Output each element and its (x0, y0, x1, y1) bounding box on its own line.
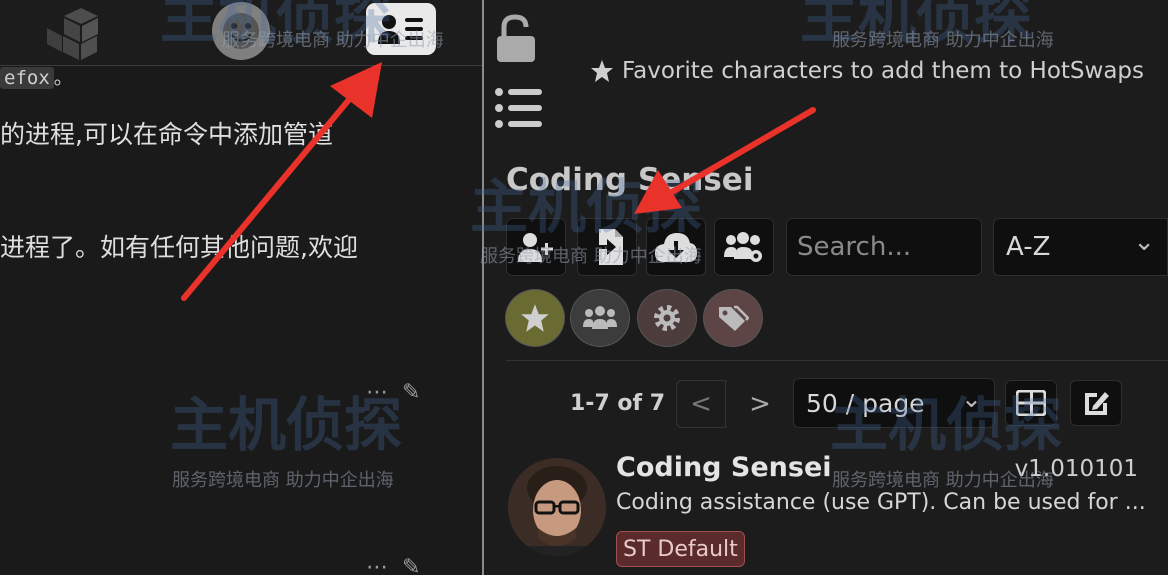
page-size-value: 50 / page (806, 388, 925, 418)
lock-icon (497, 14, 535, 62)
persona-button[interactable] (211, 2, 271, 60)
message-tools: ⋯ ✎ (366, 380, 420, 405)
lock-panel-button[interactable] (494, 14, 538, 64)
create-group-button[interactable] (714, 218, 774, 276)
import-character-button[interactable] (577, 218, 637, 276)
prev-page-button[interactable]: < (676, 380, 726, 428)
character-avatar[interactable] (508, 458, 606, 556)
chevron-down-icon: ⌄ (1133, 227, 1155, 257)
top-bar (0, 0, 482, 66)
chat-pane: efox。 的进程,可以在命令中添加管道 进程了。如有任何其他问题,欢迎 ⋯ ✎… (0, 0, 482, 575)
favorites-filter-icon (521, 304, 549, 332)
chevron-down-icon: ⌄ (961, 383, 982, 413)
sort-select[interactable]: A-Z ⌄ (993, 218, 1168, 276)
tags-filter-icon (719, 305, 749, 331)
extensions-button[interactable] (46, 4, 116, 62)
external-import-icon (655, 233, 697, 262)
list-icon (495, 88, 542, 128)
message-tools-2: ⋯ ✎ (366, 555, 420, 575)
character-search-input[interactable] (786, 218, 982, 276)
code-fragment: efox。 (0, 63, 79, 89)
pagination-count: 1-7 of 7 (570, 391, 666, 416)
persona-icon (212, 2, 270, 60)
create-character-button[interactable] (506, 218, 566, 276)
settings-filter-icon (654, 305, 680, 331)
more-icon[interactable]: ⋯ (366, 380, 388, 405)
separator (506, 360, 1168, 361)
app-stage: efox。 的进程,可以在命令中添加管道 进程了。如有任何其他问题,欢迎 ⋯ ✎… (0, 0, 1168, 575)
code-suffix: 。 (53, 67, 73, 89)
favorites-filter-button[interactable] (505, 289, 565, 347)
character-description: Coding assistance (use GPT). Can be used… (616, 490, 1146, 515)
import-character-icon (589, 229, 623, 265)
character-panel: Favorite characters to add them to HotSw… (484, 0, 1168, 575)
extensions-icon (47, 8, 98, 60)
inline-code: efox (0, 67, 54, 89)
chat-text-line-1: 的进程,可以在命令中添加管道 (0, 120, 333, 149)
character-management-icon (378, 15, 423, 44)
groups-filter-icon (583, 306, 617, 329)
grid-view-icon (1016, 390, 1046, 416)
create-character-icon (518, 233, 553, 262)
tags-filter-button[interactable] (703, 289, 763, 347)
page-size-select[interactable]: 50 / page ⌄ (793, 378, 995, 428)
character-name: Coding Sensei (616, 452, 832, 483)
settings-filter-button[interactable] (637, 289, 697, 347)
groups-filter-button[interactable] (570, 289, 630, 347)
bulk-edit-button[interactable] (1070, 380, 1122, 426)
bulk-edit-icon (1085, 392, 1109, 415)
character-card[interactable]: Coding Sensei v1.010101 Coding assistanc… (506, 450, 1168, 575)
next-page-button[interactable]: > (740, 380, 780, 428)
selected-character-title: Coding Sensei (506, 162, 754, 198)
edit-icon[interactable]: ✎ (402, 380, 420, 405)
external-import-button[interactable] (646, 218, 706, 276)
character-tag[interactable]: ST Default (616, 531, 745, 567)
create-group-icon (724, 232, 762, 262)
character-version: v1.010101 (1014, 456, 1138, 482)
favorites-hint-text: Favorite characters to add them to HotSw… (622, 58, 1144, 84)
character-list-button[interactable] (494, 86, 544, 130)
character-management-button[interactable] (366, 3, 436, 55)
favorites-hint: Favorite characters to add them to HotSw… (590, 58, 1144, 84)
star-icon (591, 60, 613, 82)
sort-value: A-Z (1006, 232, 1051, 262)
chat-text-line-2: 进程了。如有任何其他问题,欢迎 (0, 233, 358, 262)
grid-view-button[interactable] (1005, 380, 1057, 426)
more-icon[interactable]: ⋯ (366, 555, 388, 575)
edit-icon[interactable]: ✎ (402, 555, 420, 575)
